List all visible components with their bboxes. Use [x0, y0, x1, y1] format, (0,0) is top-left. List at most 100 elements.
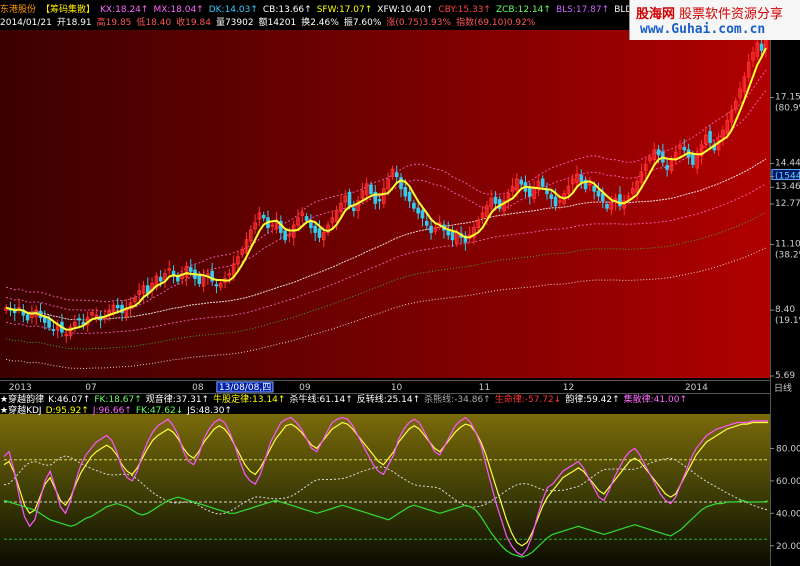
brand-url: www.Guhai.com.cn: [640, 22, 766, 37]
price-axis-pct: (19.1%): [775, 316, 800, 326]
candle-body: [407, 191, 412, 202]
candle-body: [691, 154, 695, 165]
candle-body: [214, 284, 219, 287]
candle-body: [759, 43, 764, 51]
candle-body: [51, 329, 56, 332]
candle-body: [416, 207, 420, 214]
candle-body: [579, 174, 584, 182]
candle-body: [412, 202, 416, 209]
candle-body: [347, 191, 352, 207]
header1-item: ZCB:12.14↑: [495, 5, 551, 15]
header1-item: SFW:17.07↑: [316, 5, 373, 15]
moving-average-line: [5, 47, 767, 331]
chart-canvas: 17.15(80.9%) 14.44 (1544)13.46 12.77 11.10(3…: [3, 27, 800, 558]
header2-item: 额14201: [258, 18, 297, 28]
price-axis-label: (1544): [775, 172, 800, 182]
header2-item: 收19.84: [176, 18, 211, 28]
upper-band-line: [5, 69, 767, 303]
candle-body: [77, 318, 81, 321]
candle-body: [519, 179, 523, 185]
candle-body: [47, 318, 51, 328]
price-axis-label: 8.40: [775, 305, 795, 315]
candle-body: [403, 186, 408, 197]
header1-item: BLS:17.87↑: [555, 5, 610, 15]
header1-item: CBY:15.33↑: [438, 5, 491, 15]
price-axis-label: 5.69: [775, 371, 795, 381]
period-label[interactable]: 日线: [774, 381, 792, 394]
candle-body: [605, 203, 609, 209]
header2-item: 开18.91: [56, 18, 92, 28]
candle-body: [549, 194, 554, 199]
green-band-line: [5, 211, 767, 350]
header2-item: 量73902: [215, 18, 254, 28]
oscillator-line-j: [3, 416, 768, 557]
candle-body: [377, 199, 382, 202]
candle-body: [553, 196, 558, 207]
candle-body: [304, 216, 309, 221]
header2-item: 指数(69.10)0.92%: [456, 18, 536, 28]
header2-item: 低18.40: [136, 18, 172, 28]
header1-item: KX:18.24↑: [100, 5, 149, 15]
candle-body: [270, 224, 275, 227]
candle-body: [527, 186, 532, 197]
price-axis-pct: (80.9%): [775, 104, 800, 114]
indicator2-item: JS:48.30↑: [187, 406, 232, 415]
candle-body: [317, 228, 322, 238]
candle-body: [429, 225, 433, 233]
candle-body: [682, 146, 687, 151]
indicator2-item: J:96.66↑: [92, 406, 132, 415]
price-axis-label: 13.46: [775, 182, 800, 192]
sub-axis-label: 20.00: [776, 542, 800, 552]
candle-body: [708, 131, 712, 144]
candle-body: [540, 178, 545, 187]
candle-body: [592, 185, 596, 192]
candle-body: [352, 207, 356, 212]
header2-item: 2014/01/21: [0, 18, 52, 28]
header1-item: DK:14.03↑: [208, 5, 258, 15]
header1-item: 【筹码集散】: [41, 5, 96, 15]
white-band-line: [5, 158, 767, 321]
brand-logo: 股海网 股票软件资源分享 www.Guhai.com.cn: [629, 0, 800, 40]
price-axis-label: 17.15: [775, 93, 800, 103]
oscillator-line-fk: [3, 496, 769, 558]
header2-item: 高19.85: [96, 18, 132, 28]
candle-body: [283, 230, 287, 241]
header1-item: 东港股份: [0, 5, 37, 15]
price-axis-label: 12.77: [775, 199, 800, 209]
candle-body: [309, 220, 313, 229]
indicator2-item: D:95.92↑: [45, 406, 89, 415]
candle-body: [313, 225, 317, 233]
candle-body: [369, 184, 373, 195]
oscillator-line-d: [3, 421, 768, 547]
candle-body: [600, 193, 605, 202]
candle-body: [450, 231, 455, 241]
low-band-line: [5, 247, 767, 370]
header2-item: 涨(0.75)3.93%: [386, 18, 452, 28]
price-axis-label: 14.44: [775, 158, 800, 168]
candle-body: [493, 196, 498, 204]
header1-item: CB:13.66↑: [262, 5, 312, 15]
header1-item: XFW:10.40↑: [377, 5, 434, 15]
price-axis-label: 11.10: [775, 240, 800, 250]
candle-body: [596, 190, 601, 197]
candle-body: [197, 274, 202, 284]
candle-body: [261, 214, 266, 219]
candle-body: [545, 189, 549, 195]
indicator2-legend: ★穿越KDJ D:95.92↑ J:96.66↑ FK:47.62↓ JS:48.30↑: [0, 403, 770, 415]
candle-body: [420, 210, 425, 219]
js-dashed-line: [3, 455, 769, 515]
candle-body: [188, 267, 193, 272]
header2-item: 换2.46%: [301, 18, 339, 28]
brand-name: 股海网: [636, 7, 676, 22]
sub-axis-label: 80.00: [776, 444, 800, 454]
candle-body: [25, 314, 30, 321]
sub-axis-label: 40.00: [776, 509, 800, 519]
candle-body: [158, 276, 163, 282]
brand-slogan: 股票软件资源分享: [679, 7, 784, 22]
indicator2-item: ★穿越KDJ: [0, 406, 42, 415]
candle-body: [656, 149, 661, 156]
price-axis-pct: (38.2%): [775, 251, 800, 261]
header2-item: 振7.60%: [343, 18, 382, 28]
header1-item: MX:18.04↑: [153, 5, 204, 15]
candle-body: [665, 165, 669, 170]
